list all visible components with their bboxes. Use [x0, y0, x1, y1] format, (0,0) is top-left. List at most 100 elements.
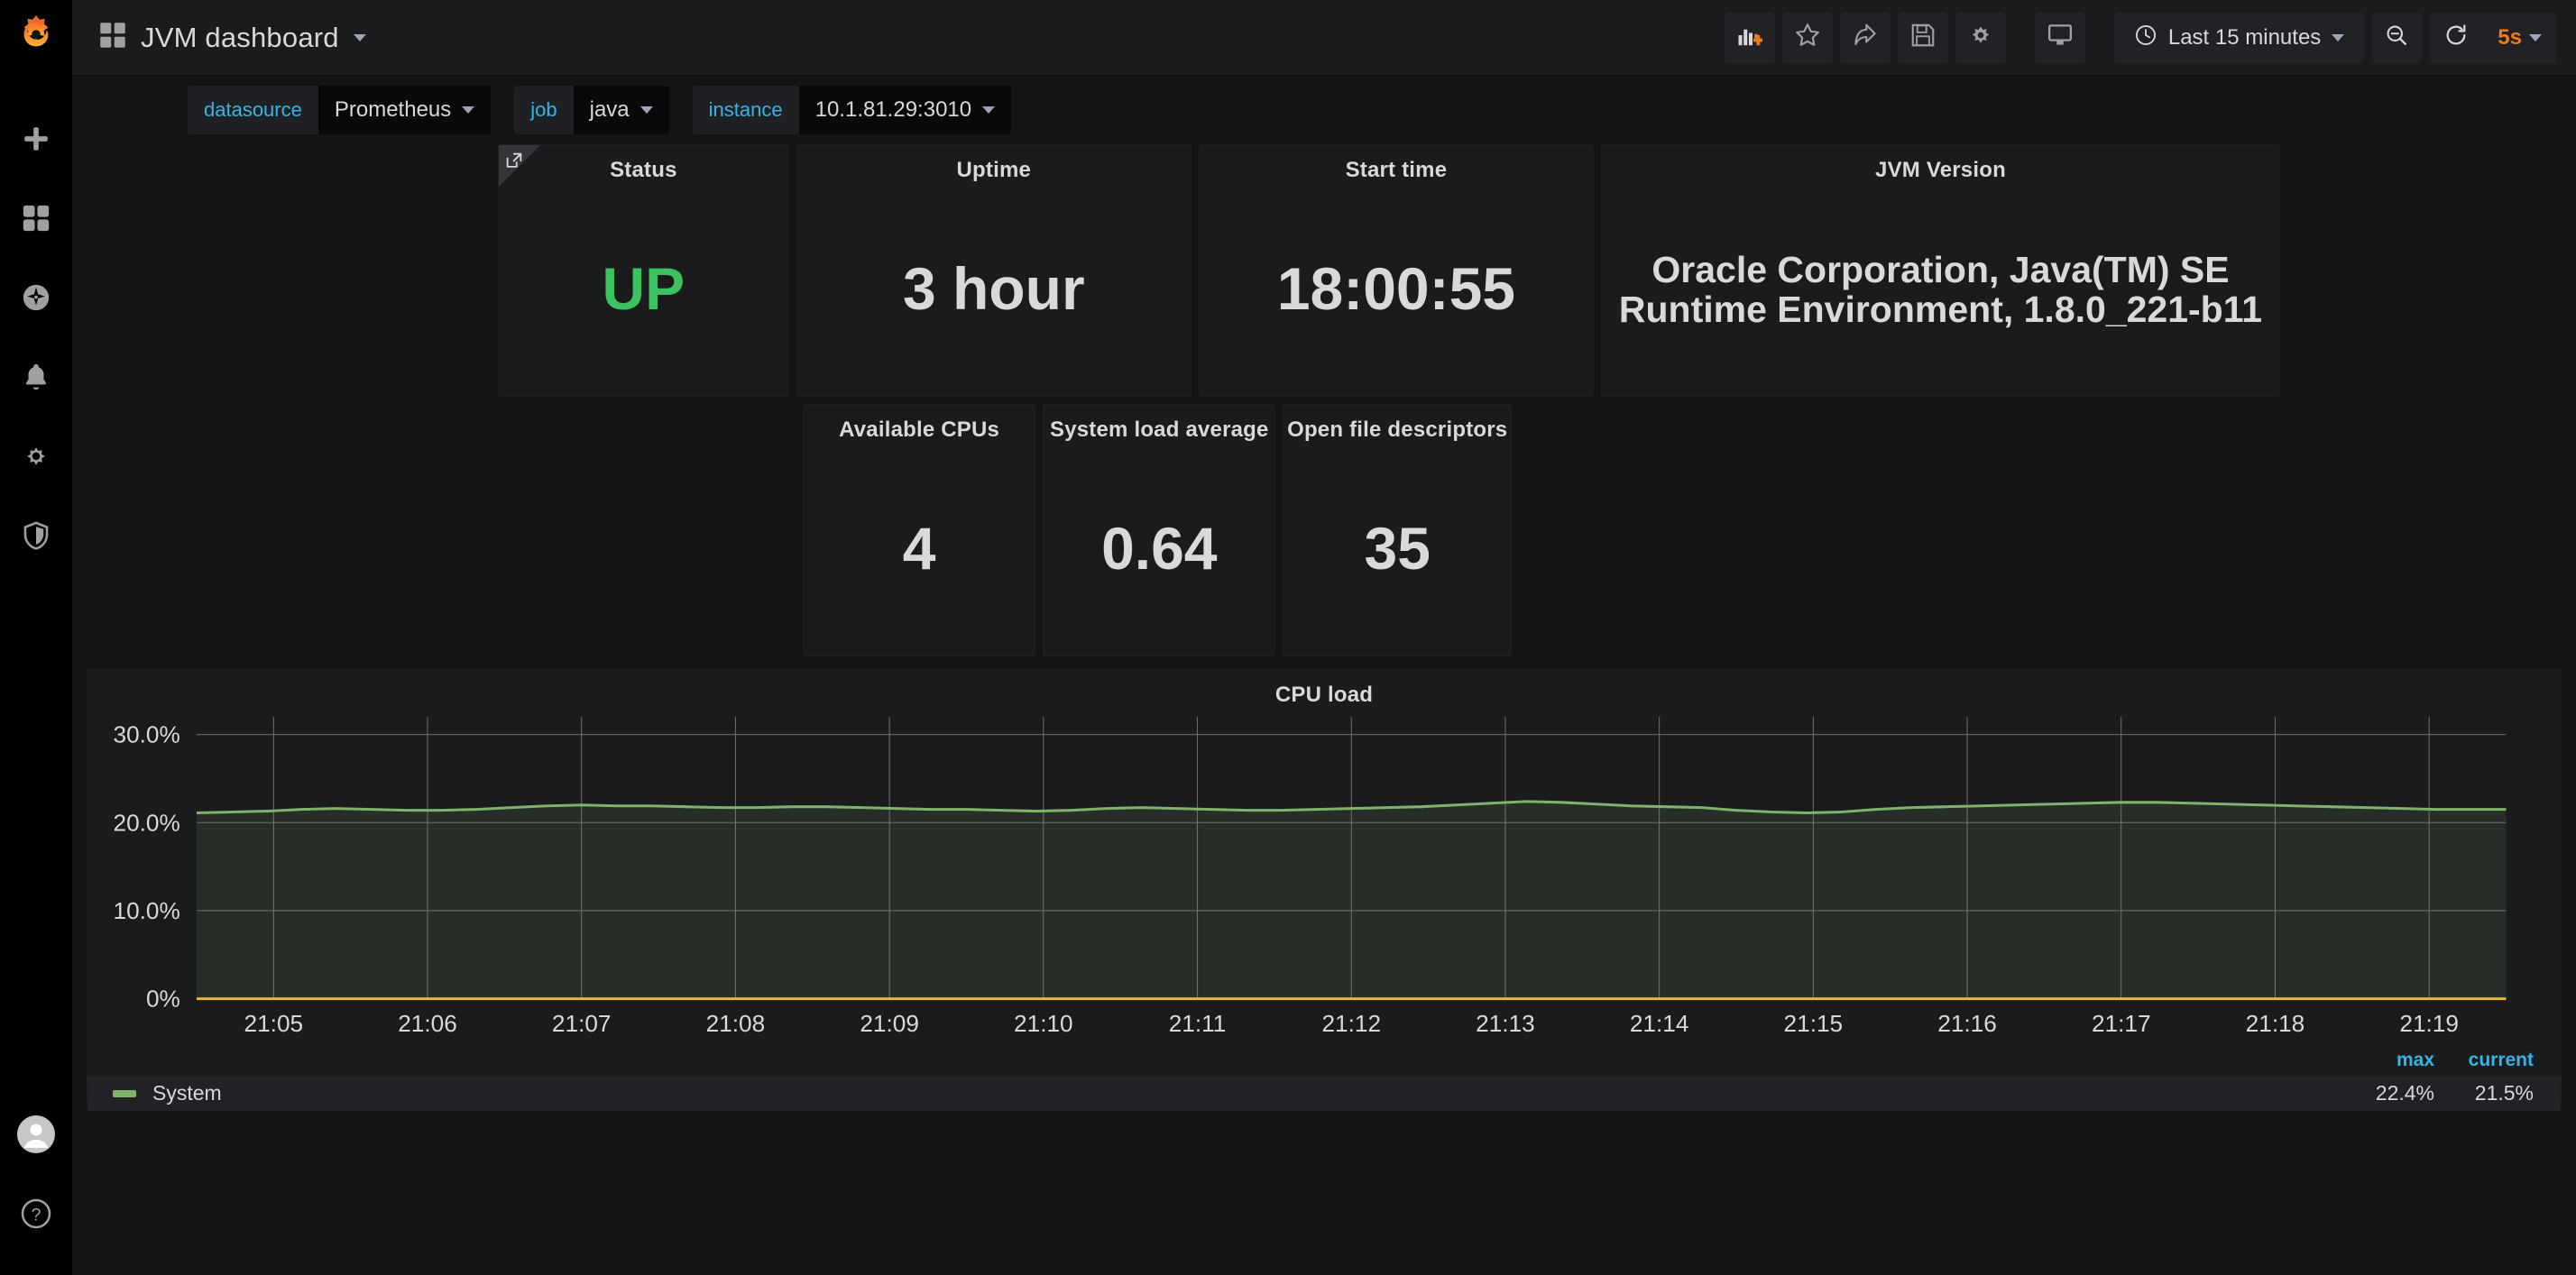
monitor-icon: [2047, 22, 2074, 53]
variable-job[interactable]: job java: [514, 86, 669, 134]
gear-icon: [1967, 22, 1994, 53]
mark-favorite-button[interactable]: [1781, 12, 1833, 63]
panel-open-file-descriptors[interactable]: Open file descriptors 35: [1283, 404, 1513, 656]
variable-label: instance: [708, 98, 783, 121]
shield-icon: [21, 520, 51, 551]
panel-start-time[interactable]: Start time 18:00:55: [1198, 144, 1594, 397]
panel-uptime[interactable]: Uptime 3 hour: [796, 144, 1191, 397]
sidebar-item-user-profile[interactable]: [0, 1095, 72, 1174]
dashboard-title-group[interactable]: JVM dashboard: [99, 22, 366, 54]
sidebar-nav-top: [0, 99, 72, 575]
chevron-down-icon: [2529, 33, 2542, 41]
refresh-controls: 5s: [2429, 12, 2556, 63]
share-dashboard-button[interactable]: [1839, 12, 1891, 63]
panel-system-load-average[interactable]: System load average 0.64: [1043, 404, 1276, 656]
variable-datasource[interactable]: datasource Prometheus: [188, 86, 492, 134]
panel-status[interactable]: Status UP: [498, 144, 789, 397]
sidebar-item-help[interactable]: ?: [0, 1174, 72, 1253]
refresh-button[interactable]: [2429, 13, 2483, 63]
svg-text:0%: 0%: [146, 986, 180, 1013]
bell-icon: [21, 362, 51, 392]
cpu-load-chart: 0% 10.0% 20.0% 30.0% 21:05 21:06 21:07 21:08 21:…: [114, 717, 2507, 1037]
sidebar-item-server-admin[interactable]: [0, 496, 72, 575]
variable-value[interactable]: Prometheus: [317, 86, 492, 134]
add-panel-button[interactable]: [1724, 12, 1775, 63]
refresh-icon: [2443, 23, 2469, 52]
legend-values: 22.4% 21.5%: [2335, 1081, 2561, 1105]
dashboard-grid-icon: [99, 22, 126, 53]
panel-jvm-version[interactable]: JVM Version Oracle Corporation, Java(TM)…: [1600, 144, 2280, 397]
clock-icon: [2134, 23, 2157, 51]
variable-value-text: java: [589, 97, 630, 122]
panel-title: Available CPUs: [839, 417, 1000, 442]
stat-value-container: 0.64: [1044, 443, 1274, 656]
graph-plot-area[interactable]: 0% 10.0% 20.0% 30.0% 21:05 21:06 21:07 21:08 21:…: [87, 708, 2561, 1044]
svg-text:21:08: 21:08: [706, 1010, 766, 1037]
sidebar-item-create[interactable]: [0, 99, 72, 179]
top-navbar: JVM dashboard Last 15 minutes 5s: [72, 0, 2576, 76]
time-range-label: Last 15 minutes: [2167, 24, 2322, 50]
plus-icon: [21, 124, 51, 154]
svg-text:21:17: 21:17: [2092, 1010, 2151, 1037]
svg-text:20.0%: 20.0%: [114, 809, 180, 836]
variable-instance[interactable]: instance 10.1.81.29:3010: [692, 86, 1012, 134]
main-content: JVM dashboard Last 15 minutes 5s datasou…: [72, 0, 2576, 1275]
sidebar-nav-bottom: ?: [0, 1095, 72, 1275]
chevron-down-icon: [2332, 33, 2345, 41]
svg-text:21:18: 21:18: [2246, 1010, 2305, 1037]
legend-header-max[interactable]: max: [2335, 1050, 2434, 1071]
dashboard-settings-button[interactable]: [1955, 12, 2006, 63]
panel-title: Start time: [1345, 158, 1448, 182]
variable-value-text: Prometheus: [334, 97, 452, 122]
stat-value-container: 18:00:55: [1200, 183, 1593, 396]
refresh-interval-picker[interactable]: 5s: [2483, 13, 2556, 63]
legend-color-swatch[interactable]: [113, 1089, 136, 1097]
panel-link-corner[interactable]: [499, 145, 540, 187]
stat-value-container: UP: [499, 183, 788, 396]
page-title: JVM dashboard: [141, 21, 339, 53]
panel-available-cpus[interactable]: Available CPUs 4: [803, 404, 1036, 656]
variable-value[interactable]: java: [573, 86, 669, 134]
stat-value: 0.64: [1101, 515, 1218, 582]
variable-value[interactable]: 10.1.81.29:3010: [798, 86, 1012, 134]
svg-text:10.0%: 10.0%: [114, 897, 180, 924]
sidebar-item-configuration[interactable]: [0, 417, 72, 496]
stat-value-container: Oracle Corporation, Java(TM) SE Runtime …: [1602, 183, 2279, 396]
panel-title: Uptime: [956, 158, 1032, 182]
chevron-down-icon[interactable]: [353, 33, 366, 41]
star-icon: [1794, 22, 1821, 53]
chevron-down-icon: [639, 106, 653, 114]
variable-value-text: 10.1.81.29:3010: [814, 97, 972, 122]
grafana-logo-icon: [15, 14, 57, 60]
legend-series-row[interactable]: System 22.4% 21.5%: [87, 1076, 2561, 1111]
tv-mode-button[interactable]: [2034, 12, 2085, 63]
legend-header-row: max current: [87, 1050, 2561, 1071]
save-dashboard-button[interactable]: [1897, 12, 1948, 63]
sidebar-item-dashboards[interactable]: [0, 179, 72, 258]
legend-value-max: 22.4%: [2375, 1081, 2434, 1105]
svg-text:21:15: 21:15: [1784, 1010, 1844, 1037]
add-panel-icon: [1736, 22, 1763, 53]
time-range-picker[interactable]: Last 15 minutes: [2113, 12, 2365, 63]
legend-value-current: 21.5%: [2474, 1081, 2534, 1105]
stat-value: 35: [1364, 515, 1431, 582]
sidebar-item-explore[interactable]: [0, 258, 72, 337]
refresh-interval-label: 5s: [2498, 24, 2522, 50]
svg-text:21:10: 21:10: [1014, 1010, 1073, 1037]
zoom-out-button[interactable]: [2371, 12, 2423, 63]
search-minus-icon: [2384, 23, 2409, 52]
template-variables-bar: datasource Prometheus job java instance …: [72, 76, 2576, 144]
stat-value: 4: [902, 515, 936, 582]
sidebar-item-alerting[interactable]: [0, 337, 72, 417]
variable-label: job: [530, 98, 557, 121]
legend-header-current[interactable]: current: [2434, 1050, 2534, 1071]
svg-text:21:11: 21:11: [1169, 1010, 1227, 1037]
graph-legend: max current System 22.4% 21.5%: [87, 1044, 2561, 1111]
svg-text:21:07: 21:07: [552, 1010, 612, 1037]
grafana-logo[interactable]: [0, 0, 72, 72]
panel-cpu-load[interactable]: CPU load 0% 10.0% 20.0% 30.0% 21:05 21:06 21:0…: [87, 669, 2562, 1111]
svg-text:21:14: 21:14: [1630, 1010, 1689, 1037]
chevron-down-icon: [982, 106, 996, 114]
panel-title: Status: [610, 158, 677, 182]
legend-series-name: System: [152, 1081, 222, 1105]
